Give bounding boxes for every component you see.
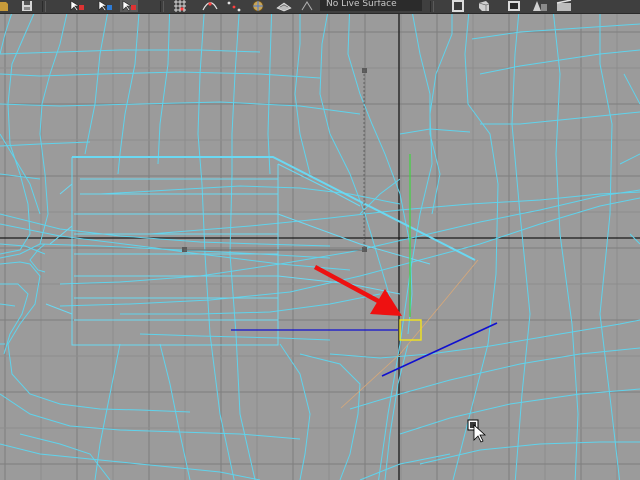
scene-menu-icon[interactable]: [0, 0, 16, 12]
select-by-component-button[interactable]: [120, 0, 138, 12]
control-vertex-points[interactable]: [182, 68, 367, 252]
snap-to-grid-button[interactable]: [172, 0, 188, 12]
magnet-icon: [300, 0, 316, 12]
render-settings-icon: [532, 0, 548, 12]
select-object-icon: [96, 0, 112, 12]
make-live-icon: [276, 0, 292, 12]
snap-to-curve-button[interactable]: [202, 0, 218, 12]
render-icon: [476, 0, 492, 12]
toolbar-separator: [42, 1, 46, 12]
status-line-toolbar: No Live Surface: [0, 0, 640, 14]
render-button[interactable]: [476, 0, 492, 12]
side-viewport[interactable]: side: [0, 14, 640, 480]
ipr-render-button[interactable]: [506, 0, 522, 12]
mouse-cursor-icon: [467, 419, 487, 443]
snap-to-view-plane-button[interactable]: [250, 0, 266, 12]
save-scene-button[interactable]: [20, 0, 36, 12]
make-live-button[interactable]: [276, 0, 292, 12]
toolbar-separator: [430, 1, 434, 12]
snap-curve-icon: [202, 0, 218, 12]
save-icon: [20, 0, 36, 12]
history-button[interactable]: [450, 0, 466, 12]
select-hierarchy-icon: [68, 0, 84, 12]
render-view-button[interactable]: [556, 0, 572, 12]
select-by-object-button[interactable]: [96, 0, 112, 12]
select-by-hierarchy-button[interactable]: [68, 0, 84, 12]
render-settings-button[interactable]: [532, 0, 548, 12]
clapper-icon: [556, 0, 572, 12]
snap-view-plane-icon: [250, 0, 266, 12]
snap-to-point-button[interactable]: [226, 0, 242, 12]
live-surface-field[interactable]: No Live Surface: [320, 0, 422, 11]
snap-grid-icon: [172, 0, 188, 12]
history-icon: [450, 0, 466, 12]
toolbar-separator: [160, 1, 164, 12]
select-component-icon: [120, 0, 138, 12]
wireframe-mesh[interactable]: [0, 14, 640, 480]
snap-point-icon: [226, 0, 242, 12]
magnet-toggle-button[interactable]: [300, 0, 316, 12]
ipr-render-icon: [506, 0, 522, 12]
